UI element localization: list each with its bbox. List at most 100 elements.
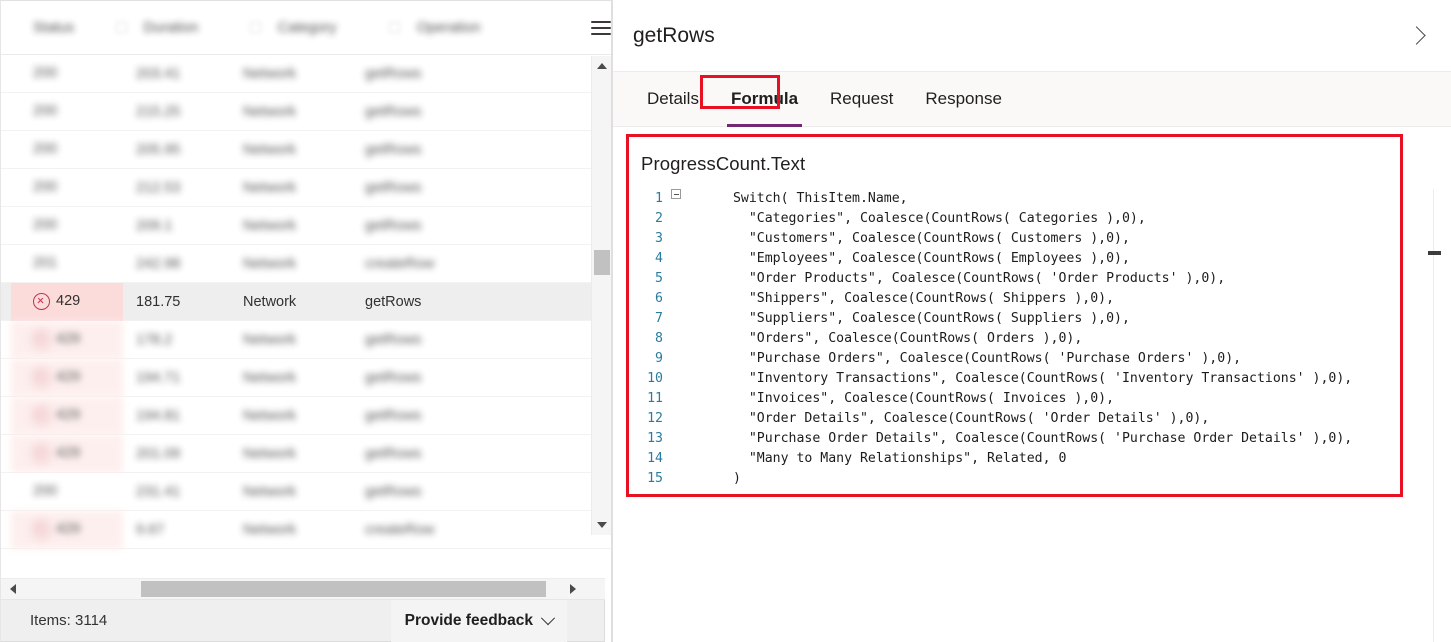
cell-status: 200 bbox=[11, 169, 123, 207]
code-line: 7 "Suppliers", Coalesce(CountRows( Suppl… bbox=[629, 309, 1400, 329]
line-number: 11 bbox=[647, 391, 663, 406]
table-row[interactable]: 200 231.41 Network getRows bbox=[1, 473, 611, 511]
cell-status: 200 bbox=[11, 93, 123, 131]
tab-details[interactable]: Details bbox=[631, 72, 715, 127]
column-header-category[interactable]: Category bbox=[275, 20, 395, 36]
table-row[interactable]: 429 181.75 Network getRows bbox=[1, 282, 611, 321]
cell-status: 429 bbox=[11, 510, 123, 549]
cell-status: 429 bbox=[11, 358, 123, 397]
table-row[interactable]: 429 194.81 Network getRows bbox=[1, 396, 611, 435]
cell-operation: getRows bbox=[365, 293, 422, 310]
cell-operation: getRows bbox=[365, 445, 422, 462]
code-line: 9 "Purchase Orders", Coalesce(CountRows(… bbox=[629, 349, 1400, 369]
error-circle-x-icon bbox=[33, 369, 50, 386]
code-line: 11 "Invoices", Coalesce(CountRows( Invoi… bbox=[629, 389, 1400, 409]
line-number: 6 bbox=[655, 291, 663, 306]
cell-duration: 212.53 bbox=[136, 179, 181, 196]
cell-duration: 178.2 bbox=[136, 331, 173, 348]
status-code-label: 200 bbox=[33, 65, 58, 82]
detail-vertical-scrollbar[interactable] bbox=[1428, 189, 1446, 642]
cell-operation: createRow bbox=[365, 255, 435, 272]
table-row[interactable]: 200 205.95 Network getRows bbox=[1, 131, 611, 169]
line-number: 10 bbox=[647, 371, 663, 386]
cell-operation: getRows bbox=[365, 331, 422, 348]
table-row[interactable]: 200 209.1 Network getRows bbox=[1, 207, 611, 245]
code-line: 6 "Shippers", Coalesce(CountRows( Shippe… bbox=[629, 289, 1400, 309]
cell-duration: 194.71 bbox=[136, 369, 181, 386]
error-circle-x-icon bbox=[33, 331, 50, 348]
page-title: getRows bbox=[633, 23, 715, 47]
provide-feedback-button[interactable]: Provide feedback bbox=[390, 599, 567, 642]
cell-duration: 215.25 bbox=[136, 103, 181, 120]
code-text: "Inventory Transactions", Coalesce(Count… bbox=[725, 371, 1353, 386]
code-line: 12 "Order Details", Coalesce(CountRows( … bbox=[629, 409, 1400, 429]
grid-rows-viewport: 200 203.41 Network getRows 200 215.25 Network g… bbox=[1, 55, 611, 557]
cell-duration: 203.41 bbox=[136, 65, 181, 82]
code-fold-toggle-icon[interactable] bbox=[663, 189, 689, 199]
status-code-label: 429 bbox=[56, 293, 81, 310]
error-circle-x-icon bbox=[33, 293, 50, 310]
cell-operation: getRows bbox=[365, 217, 422, 234]
code-line: 5 "Order Products", Coalesce(CountRows( … bbox=[629, 269, 1400, 289]
formula-code-editor[interactable]: 1 Switch( ThisItem.Name, 2 "Categories", … bbox=[629, 189, 1400, 489]
chevron-right-icon bbox=[1406, 26, 1426, 45]
cell-category: Network bbox=[243, 293, 297, 310]
table-row[interactable]: 429 9.67 Network createRow bbox=[1, 510, 611, 549]
column-resize-handle[interactable] bbox=[249, 22, 261, 33]
code-text: "Many to Many Relationships", Related, 0 bbox=[725, 451, 1067, 466]
cell-category: Network bbox=[243, 407, 297, 424]
chevron-down-icon bbox=[540, 610, 556, 625]
code-line: 1 Switch( ThisItem.Name, bbox=[629, 189, 1400, 209]
cell-duration: 201.09 bbox=[136, 445, 181, 462]
app-root: Status Duration Category Operation 200 20… bbox=[0, 0, 1451, 642]
grid-horizontal-scrollbar[interactable] bbox=[0, 578, 605, 600]
monitor-grid: Status Duration Category Operation 200 20… bbox=[0, 0, 611, 578]
status-code-label: 200 bbox=[33, 217, 58, 234]
line-number: 12 bbox=[647, 411, 663, 426]
table-row[interactable]: 429 194.71 Network getRows bbox=[1, 358, 611, 397]
status-code-label: 200 bbox=[33, 179, 58, 196]
line-number: 8 bbox=[655, 331, 663, 346]
line-number: 2 bbox=[655, 211, 663, 226]
column-resize-handle[interactable] bbox=[115, 22, 127, 33]
column-header-status[interactable]: Status bbox=[11, 20, 122, 36]
cell-status: 200 bbox=[11, 473, 123, 511]
vertical-scrollbar-thumb[interactable] bbox=[594, 250, 610, 275]
code-line: 14 "Many to Many Relationships", Related… bbox=[629, 449, 1400, 469]
code-line: 2 "Categories", Coalesce(CountRows( Cate… bbox=[629, 209, 1400, 229]
cell-category: Network bbox=[243, 483, 297, 500]
table-row[interactable]: 200 203.41 Network getRows bbox=[1, 55, 611, 93]
cell-status: 429 bbox=[11, 434, 123, 473]
formula-highlight-box: ProgressCount.Text 1 Switch( ThisItem.Na… bbox=[626, 134, 1403, 497]
cell-category: Network bbox=[243, 103, 297, 120]
cell-operation: createRow bbox=[365, 521, 435, 538]
scroll-down-arrow-icon[interactable] bbox=[592, 516, 611, 534]
table-row[interactable]: 429 178.2 Network getRows bbox=[1, 320, 611, 359]
error-circle-x-icon bbox=[33, 407, 50, 424]
hamburger-menu-icon[interactable] bbox=[591, 20, 611, 35]
expand-panel-button[interactable] bbox=[1399, 19, 1433, 53]
detail-scrollbar-thumb[interactable] bbox=[1428, 251, 1441, 255]
grid-vertical-scrollbar[interactable] bbox=[591, 56, 611, 535]
code-text: "Shippers", Coalesce(CountRows( Shippers… bbox=[725, 291, 1115, 306]
line-number: 3 bbox=[655, 231, 663, 246]
table-row[interactable]: 201 242.98 Network createRow bbox=[1, 245, 611, 283]
cell-duration: 209.1 bbox=[136, 217, 173, 234]
table-row[interactable]: 200 212.53 Network getRows bbox=[1, 169, 611, 207]
scroll-up-arrow-icon[interactable] bbox=[592, 57, 611, 75]
cell-category: Network bbox=[243, 369, 297, 386]
column-header-operation[interactable]: Operation bbox=[414, 20, 562, 36]
tab-request[interactable]: Request bbox=[814, 72, 909, 127]
provide-feedback-label: Provide feedback bbox=[404, 611, 533, 629]
status-code-label: 429 bbox=[56, 445, 81, 462]
table-row[interactable]: 200 215.25 Network getRows bbox=[1, 93, 611, 131]
column-header-duration[interactable]: Duration bbox=[141, 20, 256, 36]
tab-response[interactable]: Response bbox=[909, 72, 1018, 127]
column-resize-handle[interactable] bbox=[388, 22, 400, 33]
scroll-left-arrow-icon[interactable] bbox=[3, 579, 23, 599]
table-row[interactable]: 429 201.09 Network getRows bbox=[1, 434, 611, 473]
horizontal-scrollbar-thumb[interactable] bbox=[141, 581, 546, 597]
tab-formula[interactable]: Formula bbox=[715, 72, 814, 127]
code-text: "Customers", Coalesce(CountRows( Custome… bbox=[725, 231, 1130, 246]
scroll-right-arrow-icon[interactable] bbox=[563, 579, 583, 599]
